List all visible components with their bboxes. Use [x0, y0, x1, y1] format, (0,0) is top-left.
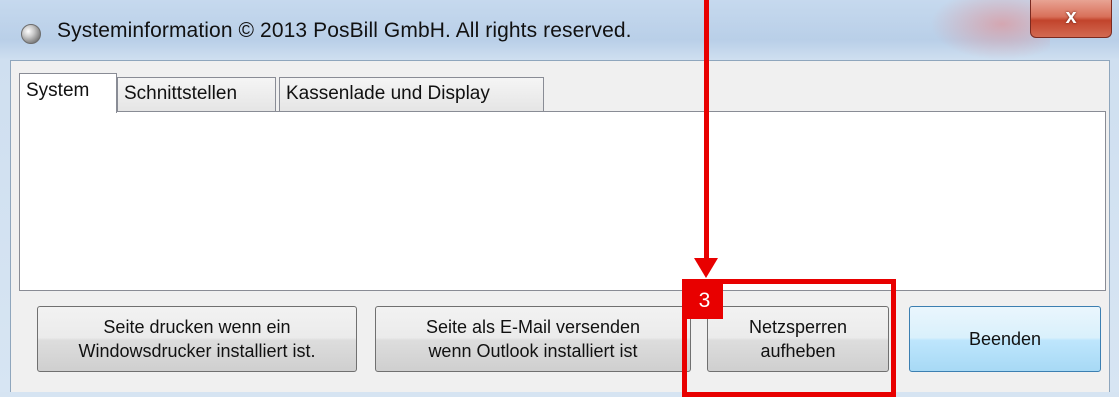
tab-kassenlade-und-display[interactable]: Kassenlade und Display: [279, 77, 544, 111]
annotation-step-badge: 3: [686, 283, 723, 319]
tab-panel-system: [19, 111, 1106, 291]
annotation-arrow-line: [704, 0, 709, 262]
email-page-button[interactable]: Seite als E-Mail versenden wenn Outlook …: [375, 306, 691, 372]
tab-system[interactable]: System: [19, 73, 117, 113]
annotation-arrowhead: [694, 258, 718, 278]
exit-button[interactable]: Beenden: [909, 306, 1101, 372]
window-title: Systeminformation © 2013 PosBill GmbH. A…: [57, 19, 632, 42]
system-information-window: Systeminformation © 2013 PosBill GmbH. A…: [0, 0, 1119, 392]
title-bar[interactable]: Systeminformation © 2013 PosBill GmbH. A…: [0, 0, 1119, 60]
app-icon: [21, 24, 41, 44]
print-page-button[interactable]: Seite drucken wenn ein Windowsdrucker in…: [37, 306, 357, 372]
close-button[interactable]: x: [1030, 0, 1112, 38]
tab-schnittstellen[interactable]: Schnittstellen: [117, 77, 276, 111]
